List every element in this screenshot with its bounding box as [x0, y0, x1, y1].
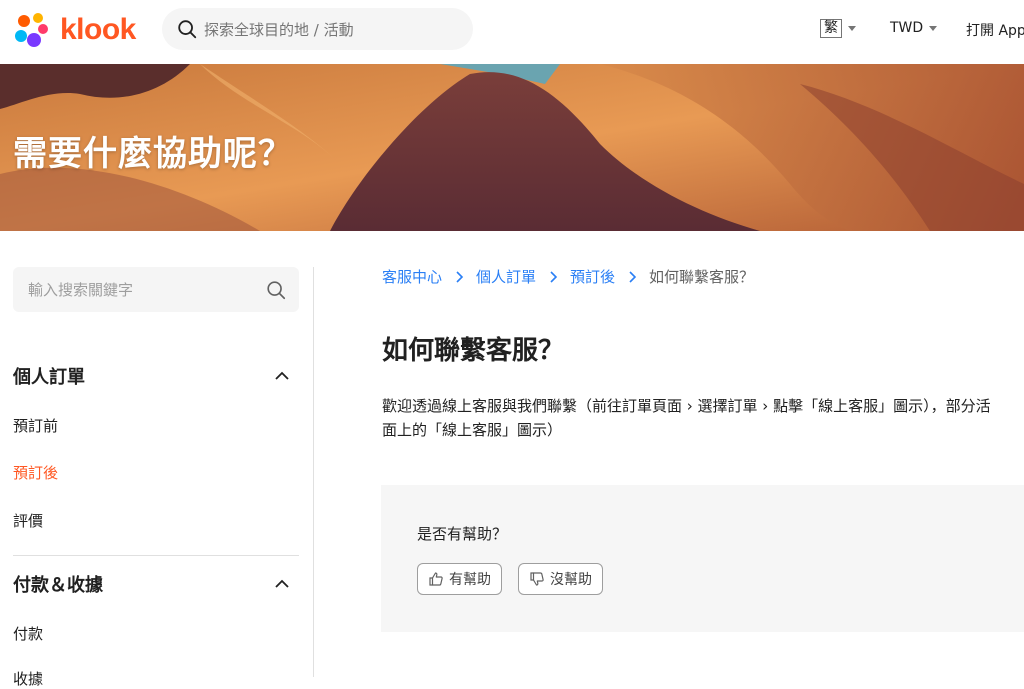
chevron-right-icon — [456, 270, 464, 283]
sidebar-item-after-booking[interactable]: 預訂後 — [13, 462, 58, 483]
currency-selector[interactable]: TWD — [890, 20, 938, 36]
sidebar-item-reviews[interactable]: 評價 — [13, 510, 43, 531]
not-helpful-label: 沒幫助 — [550, 572, 592, 588]
hero-banner: 需要什麼協助呢？ — [0, 64, 1024, 231]
chevron-up-icon[interactable] — [273, 367, 291, 385]
help-search-input[interactable]: 輸入搜索關鍵字 — [13, 267, 299, 312]
sidebar-section-title: 付款＆收據 — [13, 575, 103, 596]
content-divider — [313, 267, 314, 677]
search-placeholder: 探索全球目的地 / 活動 — [204, 20, 354, 39]
breadcrumb-current: 如何聯繫客服？ — [649, 268, 755, 286]
breadcrumb-link-help-center[interactable]: 客服中心 — [382, 266, 442, 287]
thumbs-up-icon — [429, 572, 443, 586]
top-header: klook 探索全球目的地 / 活動 繁 TWD 打開 App — [0, 0, 1024, 64]
sidebar-item-receipt[interactable]: 收據 — [13, 668, 43, 689]
currency-label: TWD — [890, 20, 924, 36]
language-label: 繁 — [820, 19, 842, 38]
sidebar-section-orders[interactable]: 個人訂單 — [13, 363, 299, 389]
sidebar-divider — [13, 555, 299, 556]
breadcrumb-link-after-booking[interactable]: 預訂後 — [570, 266, 615, 287]
search-icon[interactable] — [265, 279, 287, 301]
breadcrumb-link-orders[interactable]: 個人訂單 — [476, 266, 536, 287]
chevron-down-icon — [929, 25, 938, 31]
article-body: 歡迎透過線上客服與我們聯繫（前往訂單頁面 › 選擇訂單 › 點擊「線上客服」圖示… — [382, 394, 1024, 442]
article-body-line: 面上的「線上客服」圖示） — [382, 421, 563, 439]
thumbs-down-icon — [530, 572, 544, 586]
chevron-up-icon[interactable] — [273, 575, 291, 593]
sidebar-section-payment[interactable]: 付款＆收據 — [13, 571, 299, 597]
language-selector[interactable]: 繁 — [820, 19, 856, 38]
helpful-button[interactable]: 有幫助 — [417, 563, 502, 595]
breadcrumb: 客服中心 個人訂單 預訂後 如何聯繫客服？ — [382, 266, 754, 287]
chevron-down-icon — [848, 26, 856, 31]
helpful-label: 有幫助 — [449, 572, 491, 588]
banner-title: 需要什麼協助呢？ — [13, 134, 293, 174]
open-app-link[interactable]: 打開 App — [966, 20, 1024, 40]
feedback-panel: 是否有幫助？ 有幫助 沒幫助 — [381, 485, 1024, 632]
klook-logo[interactable]: klook — [12, 10, 136, 50]
klook-logo-icon — [15, 13, 48, 47]
article-title: 如何聯繫客服？ — [382, 336, 565, 366]
logo-text: klook — [60, 13, 136, 46]
chevron-right-icon — [550, 270, 558, 283]
sidebar-item-payment[interactable]: 付款 — [13, 623, 43, 644]
not-helpful-button[interactable]: 沒幫助 — [518, 563, 603, 595]
sidebar-item-before-booking[interactable]: 預訂前 — [13, 415, 58, 436]
help-search-placeholder: 輸入搜索關鍵字 — [28, 281, 134, 299]
article-body-line: 歡迎透過線上客服與我們聯繫（前往訂單頁面 › 選擇訂單 › 點擊「線上客服」圖示… — [382, 397, 991, 415]
sidebar-section-title: 個人訂單 — [13, 367, 85, 388]
chevron-right-icon — [629, 270, 637, 283]
search-icon — [178, 20, 197, 39]
feedback-question: 是否有幫助？ — [417, 525, 508, 543]
global-search-input[interactable]: 探索全球目的地 / 活動 — [162, 8, 473, 50]
